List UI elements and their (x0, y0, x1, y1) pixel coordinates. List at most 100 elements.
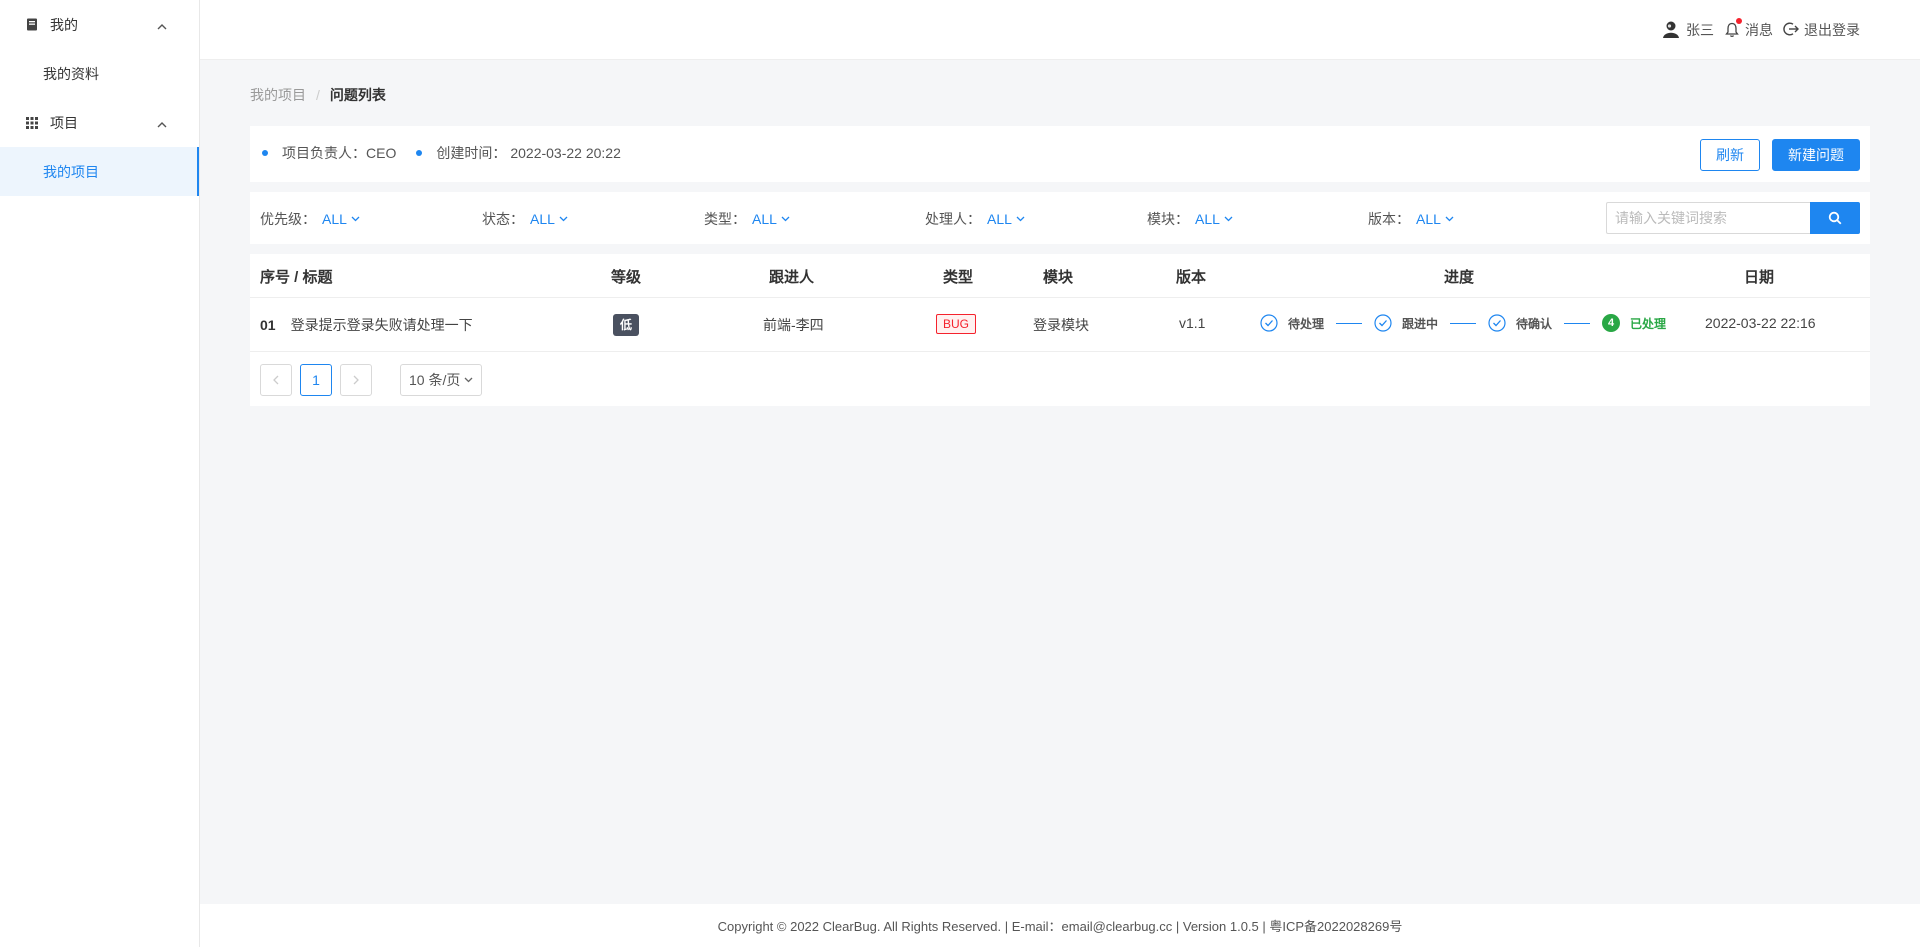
type-cell: BUG (936, 314, 977, 334)
check-circle-icon (1260, 314, 1278, 332)
issue-index: 01 (260, 317, 276, 333)
filter-value: ALL (322, 211, 347, 227)
filter-label: 类型： (704, 211, 746, 227)
level-badge: 低 (613, 314, 639, 336)
filter-priority: 优先级： ALL (260, 209, 360, 229)
breadcrumb-current: 问题列表 (329, 87, 386, 103)
progress-step[interactable]: 跟进中 (1374, 314, 1438, 332)
next-page-button[interactable] (340, 364, 372, 396)
breadcrumb-separator: / (316, 87, 320, 103)
messages-link[interactable]: 消息 (1724, 18, 1773, 40)
search-icon (1828, 211, 1842, 225)
filter-label: 版本： (1368, 211, 1410, 227)
sidebar-item-label: 我的资料 (43, 65, 99, 82)
page-number-button[interactable]: 1 (300, 364, 332, 396)
chevron-down-icon (351, 216, 360, 222)
filter-type: 类型： ALL (704, 209, 790, 229)
main-content: 我的项目 / 问题列表 项目负责人： CEO 创建时间： 2022-03-22 … (250, 60, 1870, 406)
progress-step-current[interactable]: 4 已处理 (1602, 314, 1666, 332)
owner-value: CEO (366, 145, 397, 161)
step-connector (1336, 322, 1363, 324)
filter-status: 状态： ALL (482, 209, 568, 229)
chevron-down-icon (1445, 216, 1454, 222)
filter-module-dropdown[interactable]: ALL (1195, 211, 1233, 227)
filter-assignee-dropdown[interactable]: ALL (987, 211, 1025, 227)
progress-step[interactable]: 待确认 (1488, 314, 1552, 332)
user-menu[interactable]: 张三 (1661, 19, 1714, 42)
filter-value: ALL (1416, 211, 1441, 227)
filter-bar: 优先级： ALL 状态： ALL 类型： ALL 处理人： ALL 模块： AL… (250, 192, 1870, 244)
filter-label: 优先级： (260, 211, 316, 227)
footer-text: Copyright © 2022 ClearBug. All Rights Re… (717, 919, 1403, 934)
search-input[interactable] (1606, 202, 1810, 234)
chevron-left-icon (273, 375, 279, 385)
new-issue-button[interactable]: 新建问题 (1772, 139, 1860, 171)
check-circle-icon (1488, 314, 1506, 332)
table-row[interactable]: 01 登录提示登录失败请处理一下 低 前端-李四 BUG 登录模块 v1.1 待处… (250, 298, 1870, 352)
chevron-up-icon (157, 18, 167, 34)
filter-priority-dropdown[interactable]: ALL (322, 211, 360, 227)
chevron-down-icon (1016, 216, 1025, 222)
sidebar-item-my-profile[interactable]: 我的资料 (0, 49, 199, 98)
page-size-select[interactable]: 10 条/页 (400, 364, 483, 396)
owner-label: 项目负责人： (282, 145, 366, 161)
prev-page-button[interactable] (260, 364, 292, 396)
follower-cell: 前端-李四 (763, 317, 824, 333)
chevron-down-icon (1224, 216, 1233, 222)
column-header-follower: 跟进人 (769, 269, 815, 286)
bullet-dot (416, 150, 423, 156)
logout-link[interactable]: 退出登录 (1783, 20, 1860, 40)
column-header-module: 模块 (1043, 269, 1074, 286)
issue-title-cell[interactable]: 01 登录提示登录失败请处理一下 (260, 315, 473, 335)
created-label: 创建时间： (436, 145, 507, 161)
step-connector (1450, 322, 1477, 324)
progress-step[interactable]: 待处理 (1260, 314, 1324, 332)
grid-icon (24, 115, 40, 131)
sidebar-group-label: 项目 (50, 114, 78, 131)
chevron-down-icon (781, 216, 790, 222)
step-number-badge: 4 (1602, 314, 1621, 332)
breadcrumb-my-projects[interactable]: 我的项目 (250, 85, 306, 105)
date-cell: 2022-03-22 22:16 (1705, 315, 1816, 331)
sidebar-item-label: 我的项目 (43, 163, 99, 180)
filter-value: ALL (752, 211, 777, 227)
bell-icon (1724, 18, 1742, 38)
filter-version-dropdown[interactable]: ALL (1416, 211, 1454, 227)
level-cell: 低 (613, 314, 639, 336)
avatar (1661, 19, 1681, 42)
filter-label: 处理人： (925, 211, 981, 227)
filter-type-dropdown[interactable]: ALL (752, 211, 790, 227)
search-button[interactable] (1810, 202, 1860, 234)
filter-status-dropdown[interactable]: ALL (530, 211, 568, 227)
page-size-value: 10 条/页 (409, 372, 461, 388)
column-header-version: 版本 (1176, 269, 1207, 286)
search-box (1606, 202, 1860, 234)
user-name: 张三 (1686, 22, 1714, 38)
pagination: 1 10 条/页 (260, 364, 483, 396)
created-value: 2022-03-22 20:22 (510, 145, 621, 161)
unread-dot (1736, 18, 1742, 24)
chevron-right-icon (353, 375, 359, 385)
book-icon (24, 17, 40, 33)
top-header: 张三 消息 退出登录 (200, 0, 1920, 60)
column-header-type: 类型 (943, 269, 974, 286)
sidebar-item-my-projects[interactable]: 我的项目 (0, 147, 199, 196)
filter-version: 版本： ALL (1368, 209, 1454, 229)
sidebar-group-label: 我的 (50, 16, 78, 33)
type-badge: BUG (936, 314, 977, 334)
step-label: 待确认 (1516, 316, 1553, 331)
progress-steps: 待处理 跟进中 待确认 4 已处理 (1260, 314, 1666, 332)
module-cell: 登录模块 (1033, 317, 1089, 333)
column-header-level: 等级 (611, 269, 642, 286)
chevron-down-icon (559, 216, 568, 222)
chevron-down-icon (464, 377, 473, 383)
sidebar: 我的 我的资料 项目 我的项目 (0, 0, 200, 947)
logout-icon (1783, 21, 1799, 40)
issue-table: 序号 / 标题 等级 跟进人 类型 模块 版本 进度 日期 01 登录提示登录失败… (250, 254, 1870, 406)
step-label: 已处理 (1630, 316, 1667, 331)
filter-value: ALL (530, 211, 555, 227)
sidebar-group-mine[interactable]: 我的 (0, 0, 199, 49)
filter-assignee: 处理人： ALL (925, 209, 1025, 229)
sidebar-group-project[interactable]: 项目 (0, 98, 199, 147)
refresh-button[interactable]: 刷新 (1700, 139, 1760, 171)
